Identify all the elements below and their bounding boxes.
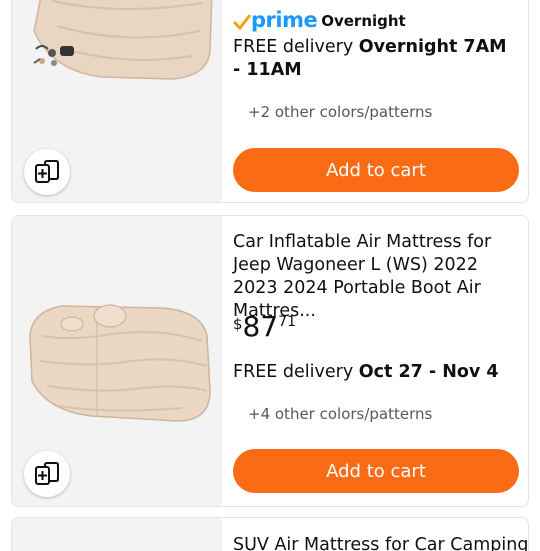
delivery-prefix: FREE delivery [233,362,359,382]
add-to-cart-button[interactable]: Add to cart [233,449,519,493]
product-image[interactable] [12,0,222,202]
delivery-info: FREE delivery Oct 27 - Nov 4 [233,361,518,384]
delivery-prefix: FREE delivery [233,37,359,57]
product-card[interactable]: prime Overnight FREE delivery Overnight … [11,0,529,203]
delivery-date: Oct 27 - Nov 4 [358,362,499,382]
product-card[interactable]: SUV Air Mattress for Car Camping [11,517,529,551]
prime-badge: prime Overnight [233,8,406,32]
delivery-info: FREE delivery Overnight 7AM - 11AM [233,36,518,82]
compare-button[interactable] [24,451,70,497]
other-colors-link[interactable]: +4 other colors/patterns [248,405,432,423]
prime-tier: Overnight [321,12,406,30]
compare-icon [35,462,59,485]
product-image[interactable] [12,216,222,506]
product-image[interactable] [12,518,222,551]
price-whole: 87 [242,310,279,343]
product-title-link[interactable]: SUV Air Mattress for Car Camping [233,534,528,551]
price-symbol: $ [233,315,243,333]
compare-button[interactable] [24,149,70,195]
prime-label: prime [251,8,318,32]
product-card[interactable]: Car Inflatable Air Mattress for Jeep Wag… [11,215,529,507]
other-colors-link[interactable]: +2 other colors/patterns [248,103,432,121]
add-to-cart-button[interactable]: Add to cart [233,148,519,192]
prime-check-icon [233,14,251,30]
price-fraction: 71 [278,314,297,330]
compare-icon [35,160,59,183]
product-price: $ 87 71 [233,312,296,342]
